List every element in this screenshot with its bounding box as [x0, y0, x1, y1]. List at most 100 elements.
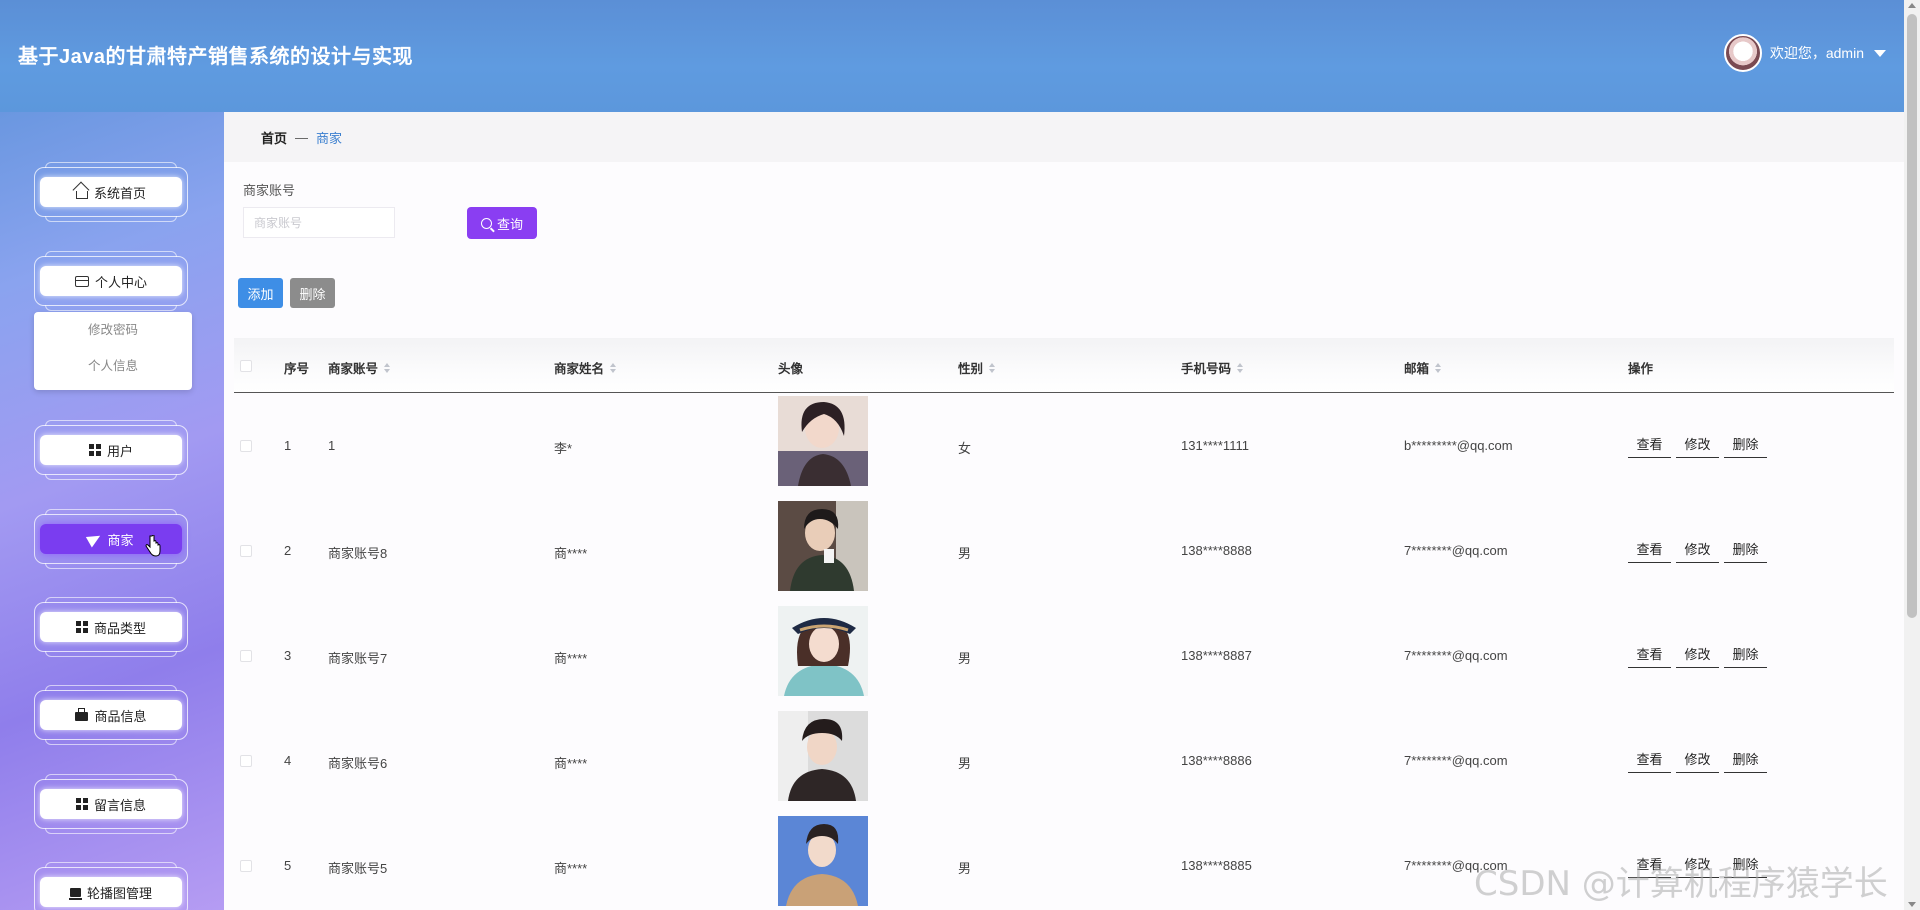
edit-button[interactable]: 修改 — [1676, 430, 1719, 458]
view-button[interactable]: 查看 — [1628, 535, 1671, 563]
submenu-item-change-password[interactable]: 修改密码 — [34, 312, 192, 348]
sort-icon[interactable] — [1435, 362, 1442, 373]
sidebar-item-label: 留言信息 — [93, 797, 146, 813]
breadcrumb-separator: — — [295, 129, 309, 145]
table-row: 4 商家账号6 商**** 男 138****8886 7********@qq… — [234, 708, 1894, 813]
edit-button[interactable]: 修改 — [1676, 535, 1719, 563]
search-label: 商家账号 — [243, 183, 296, 198]
sidebar-item-label: 用户 — [106, 443, 133, 459]
row-checkbox[interactable] — [240, 650, 252, 662]
column-header-account[interactable]: 商家账号 — [328, 358, 391, 377]
header-label: 操作 — [1628, 362, 1654, 376]
query-button[interactable]: 查询 — [467, 207, 537, 239]
breadcrumb-current: 商家 — [316, 130, 343, 146]
row-checkbox[interactable] — [240, 440, 252, 452]
cell-name: 商**** — [554, 546, 588, 561]
header-label: 性别 — [958, 362, 984, 376]
cell-name: 商**** — [554, 756, 588, 771]
caret-down-icon[interactable] — [1874, 49, 1886, 57]
breadcrumb-home[interactable]: 首页 — [261, 128, 287, 147]
merchant-account-search-input[interactable] — [243, 207, 395, 238]
grid-icon — [75, 798, 88, 810]
cell-gender: 男 — [958, 546, 972, 561]
avatar-photo[interactable] — [778, 711, 868, 801]
avatar-photo[interactable] — [778, 606, 868, 696]
sidebar-item-carousel[interactable]: 轮播图管理 — [34, 862, 188, 910]
column-header-email[interactable]: 邮箱 — [1404, 358, 1442, 377]
sort-icon[interactable] — [1237, 362, 1244, 373]
slides-icon — [68, 887, 82, 900]
cell-name: 李* — [554, 441, 573, 456]
scroll-up-arrow-icon[interactable] — [1908, 3, 1916, 8]
column-header-phone[interactable]: 手机号码 — [1181, 358, 1244, 377]
breadcrumb: 首页 — 商家 — [224, 112, 1904, 162]
header-label: 商家姓名 — [554, 362, 605, 376]
briefcase-icon — [75, 708, 89, 721]
sort-icon[interactable] — [384, 362, 391, 373]
avatar-photo[interactable] — [778, 501, 868, 591]
header-label: 邮箱 — [1404, 362, 1430, 376]
avatar-photo[interactable] — [778, 396, 868, 486]
avatar-photo[interactable] — [778, 816, 868, 906]
sidebar-button[interactable]: 系统首页 — [40, 177, 182, 207]
cell-phone: 138****8885 — [1181, 858, 1252, 873]
sidebar-item-product-info[interactable]: 商品信息 — [34, 685, 188, 745]
sidebar-button[interactable]: 留言信息 — [40, 789, 182, 819]
sort-icon[interactable] — [610, 362, 617, 373]
sidebar-item-home[interactable]: 系统首页 — [34, 162, 188, 222]
batch-delete-button[interactable]: 删除 — [290, 278, 335, 308]
row-checkbox[interactable] — [240, 755, 252, 767]
submenu-item-personal-info[interactable]: 个人信息 — [34, 348, 192, 384]
welcome-text[interactable]: 欢迎您，admin — [1770, 43, 1864, 63]
sidebar-item-merchants[interactable]: 商家 — [34, 509, 188, 569]
vertical-scrollbar[interactable] — [1904, 0, 1920, 910]
cell-phone: 138****8887 — [1181, 648, 1252, 663]
search-icon — [480, 217, 492, 229]
scroll-down-arrow-icon[interactable] — [1908, 902, 1916, 907]
edit-button[interactable]: 修改 — [1676, 745, 1719, 773]
main-content: 首页 — 商家 商家账号 查询 添加 删除 序号 商家账号 商家姓名 头像 性别… — [224, 112, 1904, 910]
avatar[interactable] — [1723, 34, 1762, 72]
column-header-name[interactable]: 商家姓名 — [554, 358, 617, 377]
edit-button[interactable]: 修改 — [1676, 640, 1719, 668]
row-checkbox[interactable] — [240, 545, 252, 557]
sidebar-item-product-types[interactable]: 商品类型 — [34, 597, 188, 657]
sidebar-button[interactable]: 轮播图管理 — [40, 877, 182, 907]
view-button[interactable]: 查看 — [1628, 745, 1671, 773]
user-menu[interactable]: 欢迎您，admin — [1723, 34, 1886, 72]
hand-cursor-icon — [145, 535, 161, 557]
sidebar-item-label: 商品类型 — [93, 620, 146, 636]
sidebar-button[interactable]: 用户 — [40, 435, 182, 465]
sidebar-button[interactable]: 商品类型 — [40, 612, 182, 642]
sidebar-item-users[interactable]: 用户 — [34, 420, 188, 480]
table-row: 2 商家账号8 商**** 男 138****8888 7********@qq… — [234, 498, 1894, 603]
column-header-gender[interactable]: 性别 — [958, 358, 996, 377]
top-header: 基于Java的甘肃特产销售系统的设计与实现 欢迎您，admin — [0, 0, 1904, 112]
scrollbar-thumb[interactable] — [1907, 14, 1917, 618]
sidebar-item-messages[interactable]: 留言信息 — [34, 774, 188, 834]
sidebar-item-personal-center[interactable]: 个人中心 — [34, 251, 188, 311]
sidebar-item-label: 系统首页 — [93, 185, 146, 201]
sidebar-item-label: 轮播图管理 — [86, 885, 152, 901]
delete-button[interactable]: 删除 — [1724, 535, 1767, 563]
sidebar-button[interactable]: 个人中心 — [40, 266, 182, 296]
cell-index: 5 — [284, 858, 292, 873]
cell-email: b*********@qq.com — [1404, 438, 1513, 453]
row-checkbox[interactable] — [240, 860, 252, 872]
watermark: CSDN @计算机程序猿学长 — [1474, 864, 1888, 904]
add-button[interactable]: 添加 — [238, 278, 283, 308]
sidebar-button[interactable]: 商品信息 — [40, 700, 182, 730]
table-header: 序号 商家账号 商家姓名 头像 性别 手机号码 邮箱 操作 — [234, 338, 1894, 393]
header-label: 序号 — [284, 362, 310, 376]
view-button[interactable]: 查看 — [1628, 640, 1671, 668]
sort-icon[interactable] — [989, 362, 996, 373]
cell-gender: 男 — [958, 861, 972, 876]
card-icon — [74, 275, 89, 287]
view-button[interactable]: 查看 — [1628, 430, 1671, 458]
delete-button[interactable]: 删除 — [1724, 745, 1767, 773]
cell-gender: 女 — [958, 441, 972, 456]
cell-index: 3 — [284, 648, 292, 663]
delete-button[interactable]: 删除 — [1724, 640, 1767, 668]
select-all-checkbox[interactable] — [240, 360, 252, 372]
delete-button[interactable]: 删除 — [1724, 430, 1767, 458]
